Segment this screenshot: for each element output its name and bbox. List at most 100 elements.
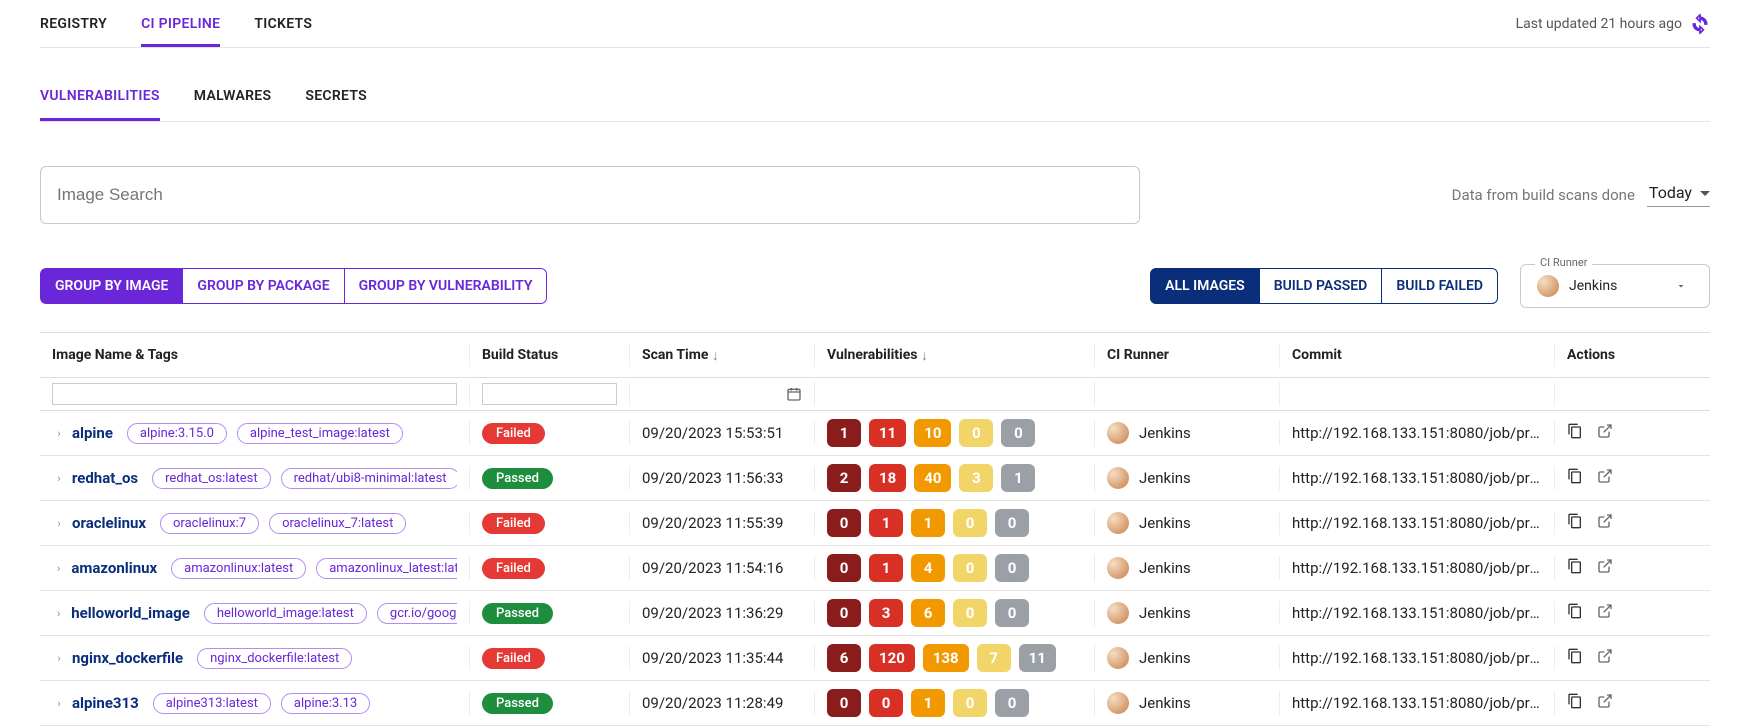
commit-link[interactable]: http://192.168.133.151:8080/job/prod-... xyxy=(1292,694,1542,712)
scan-time-text: 09/20/2023 11:54:16 xyxy=(642,559,783,577)
image-tag[interactable]: alpine:3.15.0 xyxy=(127,423,227,444)
col-scan-time[interactable]: Scan Time xyxy=(630,343,815,367)
col-image[interactable]: Image Name & Tags xyxy=(40,343,470,367)
ci-runner-text: Jenkins xyxy=(1139,559,1191,577)
commit-link[interactable]: http://192.168.133.151:8080/job/prod-... xyxy=(1292,559,1542,577)
table-row: › alpine alpine:3.15.0 alpine_test_image:… xyxy=(40,411,1710,456)
expand-row-icon[interactable]: › xyxy=(52,652,66,665)
open-external-icon[interactable] xyxy=(1597,648,1613,668)
expand-row-icon[interactable]: › xyxy=(52,472,66,485)
image-tag[interactable]: nginx_dockerfile:latest xyxy=(197,648,352,669)
col-build-status[interactable]: Build Status xyxy=(470,343,630,367)
open-external-icon[interactable] xyxy=(1597,513,1613,533)
group-by-image-button[interactable]: GROUP BY IMAGE xyxy=(40,268,183,304)
commit-link[interactable]: http://192.168.133.151:8080/job/prod-... xyxy=(1292,649,1542,667)
open-external-icon[interactable] xyxy=(1597,558,1613,578)
refresh-icon[interactable] xyxy=(1690,14,1710,34)
vuln-count-pill: 0 xyxy=(827,689,861,717)
image-tag[interactable]: alpine_test_image:latest xyxy=(237,423,403,444)
image-search-input[interactable] xyxy=(40,166,1140,224)
expand-row-icon[interactable]: › xyxy=(52,517,66,530)
expand-row-icon[interactable]: › xyxy=(52,427,66,440)
open-external-icon[interactable] xyxy=(1597,423,1613,443)
image-name-link[interactable]: redhat_os xyxy=(72,469,138,487)
copy-icon[interactable] xyxy=(1567,513,1583,533)
group-by-vulnerability-button[interactable]: GROUP BY VULNERABILITY xyxy=(344,268,548,304)
table-row: › alpine313 alpine313:latestalpine:3.13 … xyxy=(40,681,1710,726)
open-external-icon[interactable] xyxy=(1597,603,1613,623)
ci-runner-dropdown[interactable]: CI Runner Jenkins xyxy=(1520,264,1710,308)
commit-link[interactable]: http://192.168.133.151:8080/job/prod-... xyxy=(1292,514,1542,532)
expand-row-icon[interactable]: › xyxy=(52,562,65,575)
tab-ci-pipeline[interactable]: CI PIPELINE xyxy=(141,8,220,47)
image-tag[interactable]: helloworld_image:latest xyxy=(204,603,367,624)
data-from-select[interactable]: Today xyxy=(1647,183,1710,207)
image-name-link[interactable]: nginx_dockerfile xyxy=(72,649,183,667)
col-vulnerabilities[interactable]: Vulnerabilities xyxy=(815,343,1095,367)
scan-time-text: 09/20/2023 11:36:29 xyxy=(642,604,783,622)
copy-icon[interactable] xyxy=(1567,423,1583,443)
filter-build-failed-button[interactable]: BUILD FAILED xyxy=(1381,268,1498,304)
scan-time-text: 09/20/2023 11:56:33 xyxy=(642,469,783,487)
image-name-link[interactable]: oraclelinux xyxy=(72,514,146,532)
commit-link[interactable]: http://192.168.133.151:8080/job/prod-... xyxy=(1292,604,1542,622)
tab-registry[interactable]: REGISTRY xyxy=(40,8,107,47)
col-actions: Actions xyxy=(1555,343,1635,367)
filter-image-input[interactable] xyxy=(52,383,457,405)
build-status-badge: Failed xyxy=(482,423,545,444)
image-tag[interactable]: redhat_os:latest xyxy=(152,468,270,489)
vuln-count-pill: 0 xyxy=(959,419,993,447)
image-tag[interactable]: redhat/ubi8-minimal:latest xyxy=(281,468,457,489)
vuln-count-pill: 0 xyxy=(995,689,1029,717)
image-tag[interactable]: alpine313:latest xyxy=(153,693,271,714)
image-tag[interactable]: oraclelinux_7:latest xyxy=(269,513,406,534)
open-external-icon[interactable] xyxy=(1597,468,1613,488)
copy-icon[interactable] xyxy=(1567,558,1583,578)
col-commit[interactable]: Commit xyxy=(1280,343,1555,367)
vuln-count-pill: 6 xyxy=(827,644,861,672)
image-name-link[interactable]: alpine xyxy=(72,424,113,442)
calendar-icon[interactable] xyxy=(786,386,802,402)
vuln-pills: 01400 xyxy=(827,554,1029,582)
tab-tickets[interactable]: TICKETS xyxy=(254,8,312,47)
filter-build-passed-button[interactable]: BUILD PASSED xyxy=(1259,268,1383,304)
image-tag[interactable]: alpine:3.13 xyxy=(281,693,370,714)
image-name-link[interactable]: alpine313 xyxy=(72,694,139,712)
image-tag[interactable]: oraclelinux:7 xyxy=(160,513,259,534)
copy-icon[interactable] xyxy=(1567,693,1583,713)
scan-time-text: 09/20/2023 11:35:44 xyxy=(642,649,783,667)
subtab-vulnerabilities[interactable]: VULNERABILITIES xyxy=(40,78,160,121)
image-tag[interactable]: amazonlinux_latest:lat xyxy=(316,558,457,579)
group-by-segment: GROUP BY IMAGE GROUP BY PACKAGE GROUP BY… xyxy=(40,268,547,304)
table-row: › nginx_dockerfile nginx_dockerfile:late… xyxy=(40,636,1710,681)
copy-icon[interactable] xyxy=(1567,648,1583,668)
data-from-label: Data from build scans done xyxy=(1452,186,1635,204)
vuln-pills: 00100 xyxy=(827,689,1029,717)
open-external-icon[interactable] xyxy=(1597,693,1613,713)
commit-link[interactable]: http://192.168.133.151:8080/job/prod-... xyxy=(1292,469,1542,487)
expand-row-icon[interactable]: › xyxy=(52,607,65,620)
image-name-link[interactable]: helloworld_image xyxy=(71,604,190,622)
filter-all-images-button[interactable]: ALL IMAGES xyxy=(1150,268,1260,304)
vuln-count-pill: 0 xyxy=(953,599,987,627)
vuln-count-pill: 0 xyxy=(953,509,987,537)
build-status-badge: Passed xyxy=(482,468,553,489)
col-ci-runner[interactable]: CI Runner xyxy=(1095,343,1280,367)
image-tag[interactable]: amazonlinux:latest xyxy=(171,558,306,579)
group-by-package-button[interactable]: GROUP BY PACKAGE xyxy=(182,268,344,304)
subtab-malwares[interactable]: MALWARES xyxy=(194,78,272,121)
copy-icon[interactable] xyxy=(1567,468,1583,488)
image-name-link[interactable]: amazonlinux xyxy=(71,559,157,577)
filter-build-status-input[interactable] xyxy=(482,383,617,405)
table-row: › redhat_os redhat_os:latest redhat/ubi8-… xyxy=(40,456,1710,501)
copy-icon[interactable] xyxy=(1567,603,1583,623)
vuln-count-pill: 2 xyxy=(827,464,861,492)
vuln-pills: 01100 xyxy=(827,509,1029,537)
sub-nav: VULNERABILITIES MALWARES SECRETS xyxy=(40,78,1710,122)
subtab-secrets[interactable]: SECRETS xyxy=(305,78,367,121)
chevron-down-icon xyxy=(1675,280,1687,292)
vuln-count-pill: 138 xyxy=(923,644,969,672)
commit-link[interactable]: http://192.168.133.151:8080/job/prod-... xyxy=(1292,424,1542,442)
image-tag[interactable]: gcr.io/googl xyxy=(377,603,457,624)
expand-row-icon[interactable]: › xyxy=(52,697,66,710)
